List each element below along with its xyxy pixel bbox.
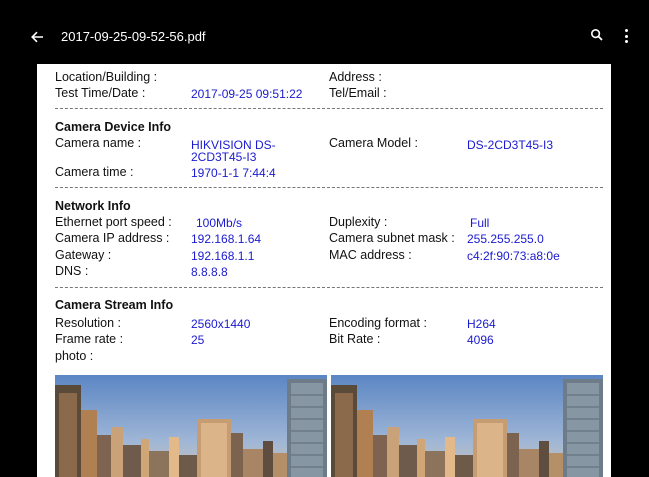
pdf-page[interactable]: Location/Building : Address : Test Time/…	[37, 64, 611, 477]
mac-address-value: c4:2f:90:73:a8:0e	[467, 249, 560, 263]
gateway-label: Gateway :	[55, 248, 112, 262]
divider	[465, 187, 603, 188]
app-toolbar: 2017-09-25-09-52-56.pdf	[0, 0, 649, 64]
camera-device-heading: Camera Device Info	[55, 120, 172, 134]
divider	[55, 108, 187, 109]
document-title: 2017-09-25-09-52-56.pdf	[61, 29, 206, 44]
bit-rate-value: 4096	[467, 333, 494, 347]
bit-rate-label: Bit Rate :	[329, 332, 381, 346]
stream-heading: Camera Stream Info	[55, 298, 174, 312]
tel-email-label: Tel/Email :	[329, 86, 387, 100]
encoding-value: H264	[467, 317, 496, 331]
more-vert-icon[interactable]	[620, 27, 632, 45]
mac-address-label: MAC address :	[329, 248, 412, 262]
ip-address-value: 192.168.1.64	[191, 232, 262, 246]
frame-rate-value: 25	[191, 333, 205, 347]
camera-name-value-cont: 2CD3T45-I3	[191, 150, 257, 164]
subnet-mask-value: 255.255.255.0	[467, 232, 544, 246]
divider	[55, 287, 187, 288]
port-speed-label: Ethernet port speed :	[55, 215, 172, 229]
camera-name-label: Camera name :	[55, 136, 142, 150]
divider	[189, 108, 325, 109]
duplexity-label: Duplexity :	[329, 215, 388, 229]
camera-model-label: Camera Model :	[329, 136, 418, 150]
resolution-value: 2560x1440	[191, 317, 251, 331]
divider	[55, 187, 187, 188]
divider	[465, 108, 603, 109]
gateway-value: 192.168.1.1	[191, 249, 255, 263]
divider	[327, 287, 463, 288]
subnet-mask-label: Camera subnet mask :	[329, 231, 455, 245]
camera-snapshot	[55, 375, 327, 477]
photo-label: photo :	[55, 349, 94, 363]
search-icon[interactable]	[590, 28, 606, 44]
test-time-value: 2017-09-25 09:51:22	[191, 87, 303, 101]
port-speed-value: 100Mb/s	[196, 216, 243, 230]
divider	[327, 108, 463, 109]
camera-model-value: DS-2CD3T45-I3	[467, 138, 554, 152]
resolution-label: Resolution :	[55, 316, 122, 330]
address-label: Address :	[329, 70, 382, 84]
camera-time-value: 1970-1-1 7:44:4	[191, 166, 276, 180]
test-time-label: Test Time/Date :	[55, 86, 146, 100]
duplexity-value: Full	[470, 216, 490, 230]
arrow-back-icon[interactable]	[28, 28, 46, 46]
ip-address-label: Camera IP address :	[55, 231, 170, 245]
encoding-label: Encoding format :	[329, 316, 427, 330]
divider	[189, 287, 325, 288]
divider	[465, 287, 603, 288]
dns-label: DNS :	[55, 264, 89, 278]
divider	[189, 187, 325, 188]
frame-rate-label: Frame rate :	[55, 332, 124, 346]
camera-snapshot	[331, 375, 603, 477]
divider	[327, 187, 463, 188]
network-heading: Network Info	[55, 199, 131, 213]
location-label: Location/Building :	[55, 70, 158, 84]
dns-value: 8.8.8.8	[191, 265, 228, 279]
camera-time-label: Camera time :	[55, 165, 134, 179]
